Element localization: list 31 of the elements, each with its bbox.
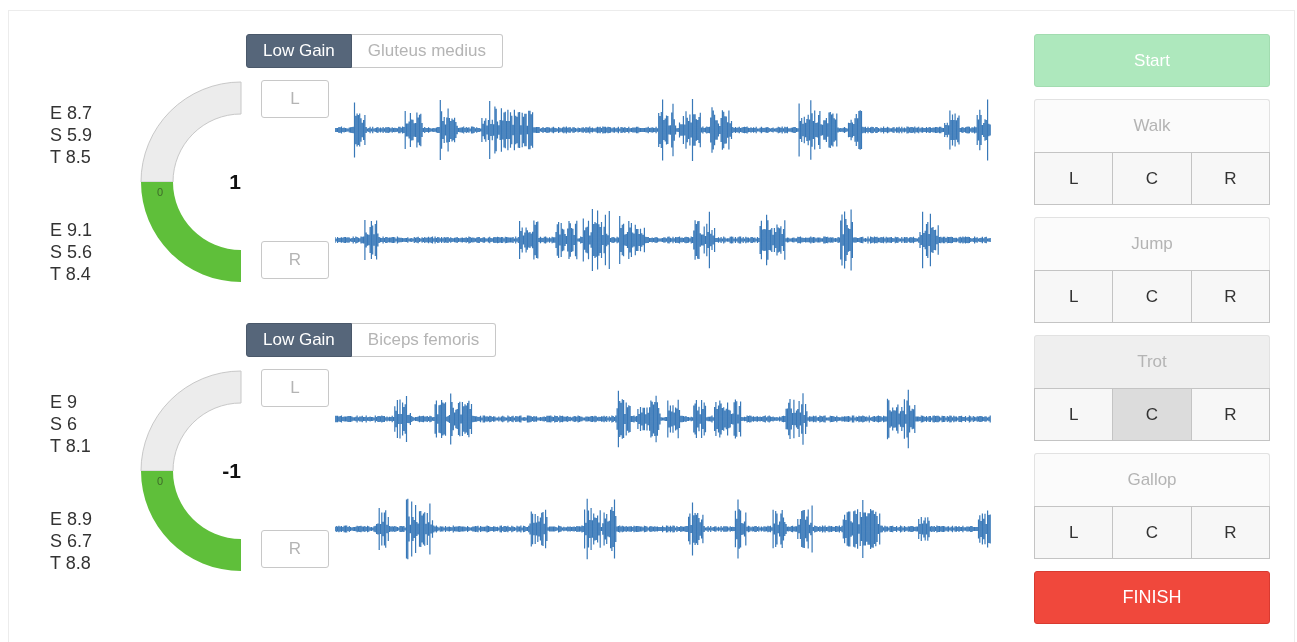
stat-text: E 9.1 (50, 219, 94, 241)
tab[interactable]: Low Gain (246, 323, 352, 357)
side-button[interactable]: C (1113, 388, 1192, 441)
gauge-reading: 1 (229, 170, 241, 194)
stat-text: S 6 (50, 413, 79, 435)
gauge-label: 0 (157, 186, 164, 198)
stat-text: E 8.9 (50, 508, 94, 530)
side-button[interactable]: C (1113, 152, 1192, 205)
stat-text: E 8.7 (50, 102, 94, 124)
side-button[interactable]: R (1191, 152, 1270, 205)
side-button[interactable]: C (1113, 506, 1192, 559)
gauge-label: 0 (157, 475, 164, 487)
finish-button[interactable]: FINISH (1034, 571, 1270, 624)
side-button[interactable]: R (1191, 506, 1270, 559)
side-button[interactable]: R (1191, 388, 1270, 441)
side-button[interactable]: L (1034, 388, 1114, 441)
gauge-reading: -1 (222, 459, 241, 483)
stat-text: S 5.9 (50, 124, 94, 146)
side-button[interactable]: L (1034, 270, 1114, 323)
stat-text: T 8.8 (50, 552, 92, 574)
stat-text: T 8.1 (50, 435, 92, 457)
tab[interactable]: Low Gain (246, 34, 352, 68)
stat-text: S 6.7 (50, 530, 94, 552)
side-button[interactable]: L (1034, 152, 1114, 205)
stat-text: E 9 (50, 391, 79, 413)
stat-text: T 8.5 (50, 146, 92, 168)
side-button[interactable]: L (1034, 506, 1114, 559)
side-button[interactable]: C (1113, 270, 1192, 323)
side-button[interactable]: R (1191, 270, 1270, 323)
stat-text: T 8.4 (50, 263, 92, 285)
stat-text: S 5.6 (50, 241, 94, 263)
